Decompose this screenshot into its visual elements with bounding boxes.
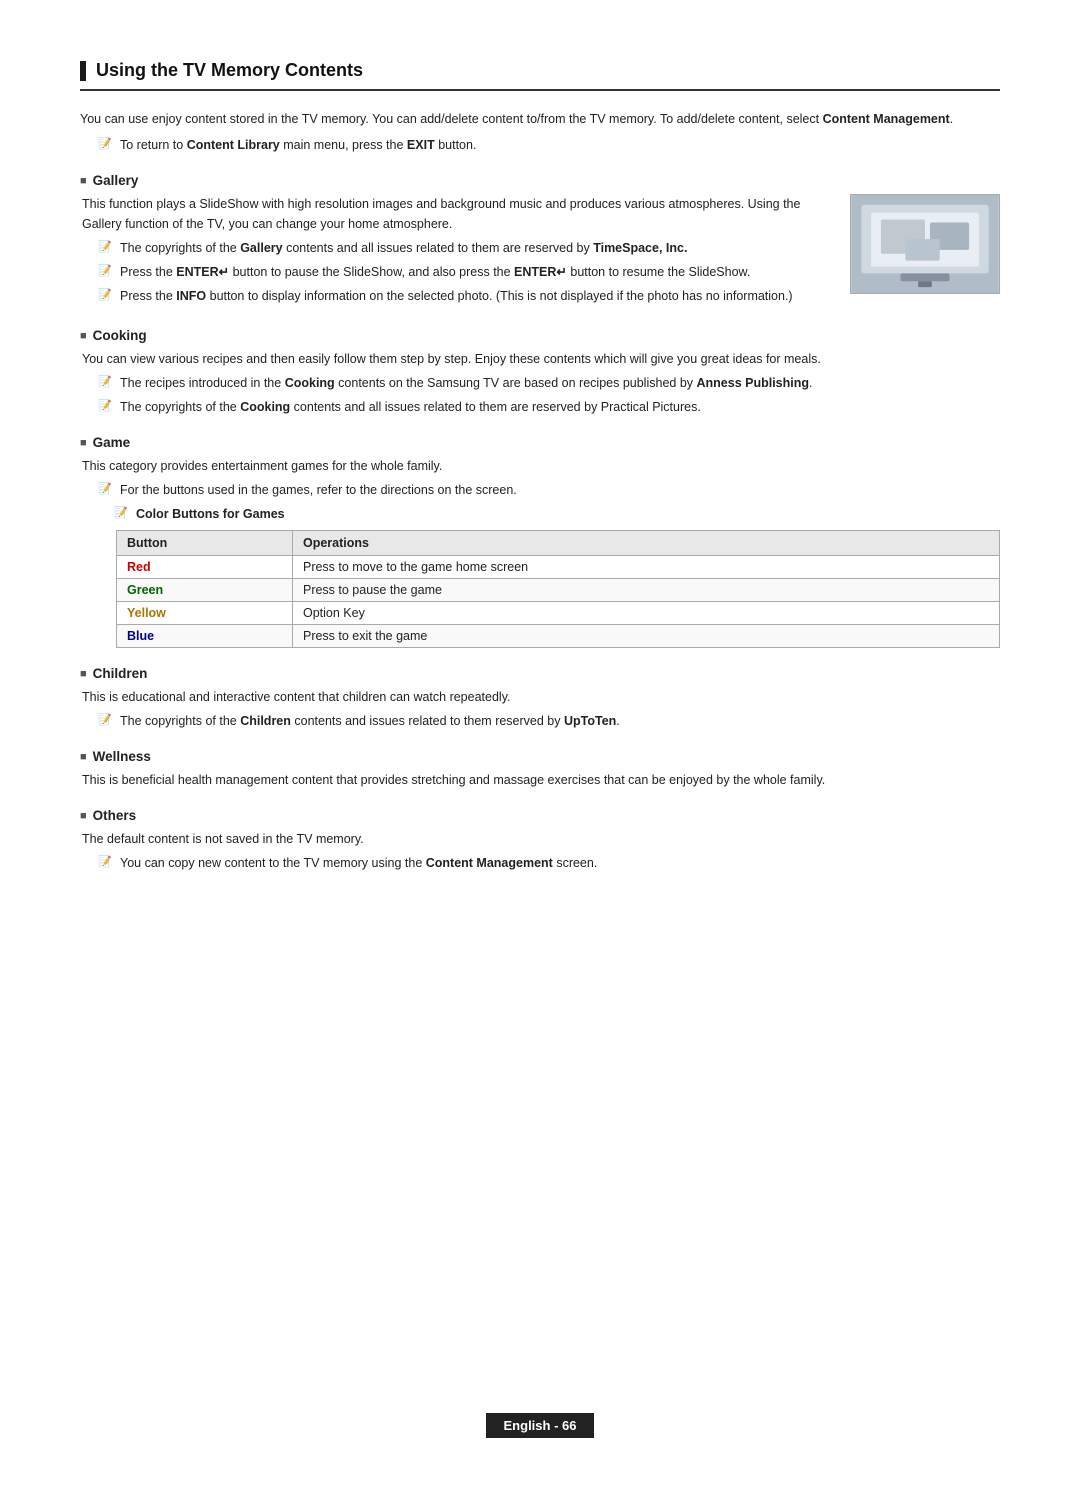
children-heading-text: Children (93, 666, 148, 681)
gallery-note2-text: Press the ENTER↵ button to pause the Sli… (120, 262, 750, 282)
note-icon-o1: 📝 (98, 854, 114, 872)
note-icon-c1: 📝 (98, 374, 114, 392)
cooking-heading: ■ Cooking (80, 328, 1000, 343)
col-button: Button (117, 531, 293, 556)
note-icon-ch1: 📝 (98, 712, 114, 730)
children-note1: 📝 The copyrights of the Children content… (98, 711, 1000, 731)
game-body: This category provides entertainment gam… (82, 456, 1000, 476)
note-icon-g3: 📝 (98, 287, 114, 305)
game-heading: ■ Game (80, 435, 1000, 450)
cooking-note1: 📝 The recipes introduced in the Cooking … (98, 373, 1000, 393)
table-row: Red Press to move to the game home scree… (117, 556, 1000, 579)
color-buttons-label-line: 📝 Color Buttons for Games (114, 504, 1000, 524)
table-header-row: Button Operations (117, 531, 1000, 556)
op-yellow: Option Key (292, 602, 999, 625)
note-icon-g1: 📝 (98, 239, 114, 257)
gallery-heading-text: Gallery (93, 173, 139, 188)
intro-line1: You can use enjoy content stored in the … (80, 109, 1000, 129)
note-icon-g2: 📝 (98, 263, 114, 281)
note-icon-gm2: 📝 (114, 505, 130, 523)
footer-badge: English - 66 (486, 1413, 595, 1438)
op-green: Press to pause the game (292, 579, 999, 602)
game-note1-text: For the buttons used in the games, refer… (120, 480, 517, 500)
children-note1-text: The copyrights of the Children contents … (120, 711, 620, 731)
children-body: This is educational and interactive cont… (82, 687, 1000, 707)
table-row: Yellow Option Key (117, 602, 1000, 625)
gallery-heading: ■ Gallery (80, 173, 1000, 188)
r-icon-others: ■ (80, 810, 87, 822)
table-row: Green Press to pause the game (117, 579, 1000, 602)
cooking-note2: 📝 The copyrights of the Cooking contents… (98, 397, 1000, 417)
intro-note1: 📝 To return to Content Library main menu… (98, 135, 1000, 155)
color-buttons-table: Button Operations Red Press to move to t… (116, 530, 1000, 648)
btn-yellow: Yellow (117, 602, 293, 625)
col-operations: Operations (292, 531, 999, 556)
note-icon: 📝 (98, 136, 114, 154)
gallery-text-block: This function plays a SlideShow with hig… (80, 194, 830, 310)
note-icon-gm1: 📝 (98, 481, 114, 499)
gallery-note1-text: The copyrights of the Gallery contents a… (120, 238, 687, 258)
title-text: Using the TV Memory Contents (96, 60, 363, 81)
game-heading-text: Game (93, 435, 131, 450)
others-note1-text: You can copy new content to the TV memor… (120, 853, 597, 873)
r-icon-children: ■ (80, 668, 87, 680)
btn-blue: Blue (117, 625, 293, 648)
gallery-note3: 📝 Press the INFO button to display infor… (98, 286, 830, 306)
r-icon-wellness: ■ (80, 751, 87, 763)
gallery-container: This function plays a SlideShow with hig… (80, 194, 1000, 310)
children-section: ■ Children This is educational and inter… (80, 666, 1000, 731)
gallery-note3-text: Press the INFO button to display informa… (120, 286, 793, 306)
gallery-image (850, 194, 1000, 294)
btn-red: Red (117, 556, 293, 579)
wellness-heading: ■ Wellness (80, 749, 1000, 764)
table-row: Blue Press to exit the game (117, 625, 1000, 648)
r-icon-game: ■ (80, 437, 87, 449)
op-red: Press to move to the game home screen (292, 556, 999, 579)
intro-note1-text: To return to Content Library main menu, … (120, 135, 476, 155)
others-body: The default content is not saved in the … (82, 829, 1000, 849)
cooking-body: You can view various recipes and then ea… (82, 349, 1000, 369)
page-title: Using the TV Memory Contents (80, 60, 1000, 91)
note-icon-c2: 📝 (98, 398, 114, 416)
others-heading: ■ Others (80, 808, 1000, 823)
title-bar-icon (80, 61, 86, 81)
wellness-body: This is beneficial health management con… (82, 770, 1000, 790)
cooking-heading-text: Cooking (93, 328, 147, 343)
wellness-section: ■ Wellness This is beneficial health man… (80, 749, 1000, 790)
gallery-note2: 📝 Press the ENTER↵ button to pause the S… (98, 262, 830, 282)
others-note1: 📝 You can copy new content to the TV mem… (98, 853, 1000, 873)
gallery-body: This function plays a SlideShow with hig… (82, 194, 830, 234)
gallery-note1: 📝 The copyrights of the Gallery contents… (98, 238, 830, 258)
others-section: ■ Others The default content is not save… (80, 808, 1000, 873)
footer: English - 66 (0, 1413, 1080, 1438)
children-heading: ■ Children (80, 666, 1000, 681)
wellness-heading-text: Wellness (93, 749, 151, 764)
game-note1: 📝 For the buttons used in the games, ref… (98, 480, 1000, 500)
r-icon-cooking: ■ (80, 330, 87, 342)
game-section: ■ Game This category provides entertainm… (80, 435, 1000, 648)
color-buttons-label: Color Buttons for Games (136, 504, 285, 524)
gallery-section: ■ Gallery This function plays a SlideSho… (80, 173, 1000, 310)
op-blue: Press to exit the game (292, 625, 999, 648)
btn-green: Green (117, 579, 293, 602)
cooking-section: ■ Cooking You can view various recipes a… (80, 328, 1000, 417)
r-icon-gallery: ■ (80, 175, 87, 187)
cooking-note2-text: The copyrights of the Cooking contents a… (120, 397, 701, 417)
cooking-note1-text: The recipes introduced in the Cooking co… (120, 373, 813, 393)
others-heading-text: Others (93, 808, 137, 823)
